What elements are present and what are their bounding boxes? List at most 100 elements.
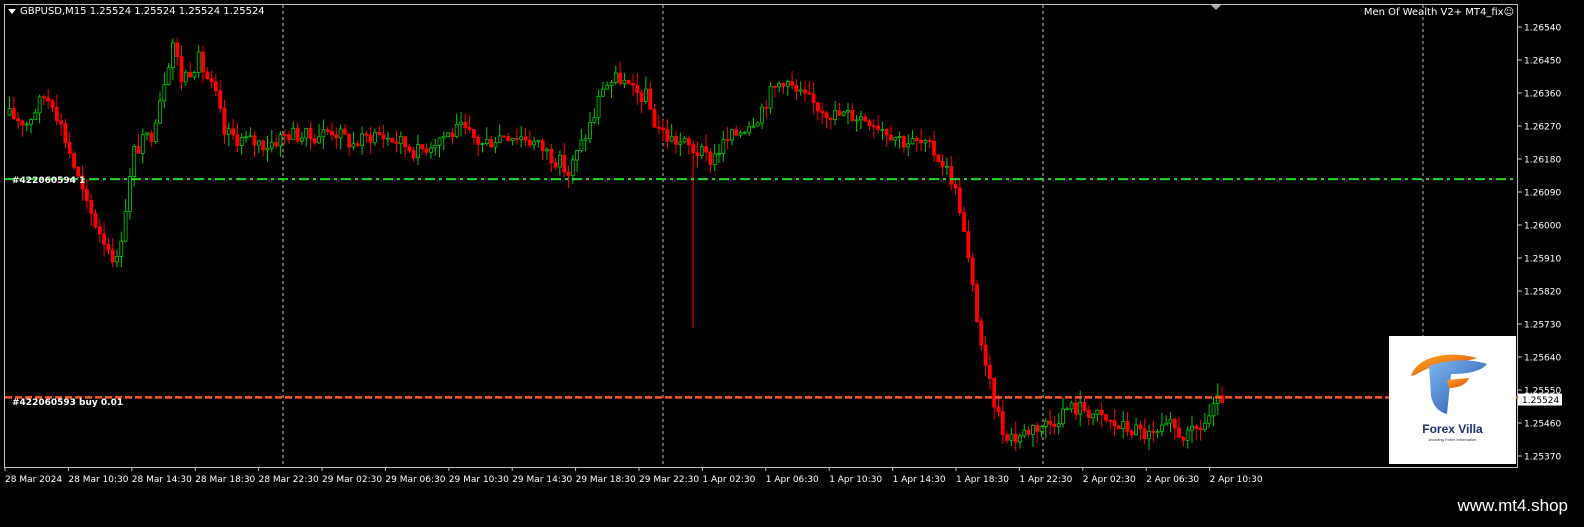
candle-body bbox=[183, 71, 188, 83]
y-axis-tick-label: 1.26270 bbox=[1524, 123, 1561, 133]
candle-body bbox=[411, 150, 416, 159]
candle-body bbox=[76, 166, 81, 177]
candle-body bbox=[1039, 426, 1044, 432]
candle-body bbox=[570, 159, 575, 176]
candle-body bbox=[656, 126, 661, 129]
candle-body bbox=[536, 140, 541, 143]
candle-body bbox=[463, 121, 468, 129]
candle-body bbox=[897, 136, 902, 138]
candle-body bbox=[609, 82, 614, 86]
candle-body bbox=[424, 148, 429, 153]
candle-body bbox=[777, 83, 782, 88]
candle-body bbox=[708, 151, 713, 166]
candlestick-chart[interactable]: 1.26540 1.26450 1.26360 1.26270 1.26180 1.260… bbox=[0, 0, 1584, 490]
y-axis-tick-label: 1.26180 bbox=[1524, 156, 1561, 166]
candle-body bbox=[1000, 411, 1005, 435]
candle-body bbox=[1203, 422, 1207, 431]
candle-body bbox=[841, 111, 846, 116]
candle-body bbox=[218, 90, 223, 109]
candle-body bbox=[416, 144, 420, 159]
candle-body bbox=[20, 120, 25, 126]
candle-body bbox=[407, 146, 412, 152]
candle-body bbox=[278, 134, 283, 147]
candle-body bbox=[867, 120, 872, 127]
candle-body bbox=[816, 102, 820, 112]
candle-body bbox=[515, 138, 519, 140]
candle-body bbox=[936, 154, 941, 162]
candle-body bbox=[196, 51, 201, 73]
candle-body bbox=[635, 84, 640, 93]
candle-body bbox=[893, 136, 898, 141]
candle-body bbox=[613, 72, 618, 83]
candle-body bbox=[252, 135, 257, 146]
candle-body bbox=[983, 344, 988, 366]
candle-body bbox=[476, 136, 481, 145]
candle-body bbox=[50, 100, 55, 108]
candle-body bbox=[287, 134, 291, 140]
candle-body bbox=[1026, 429, 1031, 435]
candle-body bbox=[889, 134, 893, 141]
watermark-text: www.mt4.shop bbox=[1457, 496, 1568, 515]
candle-body bbox=[1211, 403, 1216, 417]
y-axis-tick-label: 1.25460 bbox=[1524, 420, 1561, 430]
candle-body bbox=[37, 96, 42, 114]
candle-body bbox=[205, 71, 210, 80]
y-axis-tick-label: 1.26540 bbox=[1524, 24, 1561, 34]
candle-body bbox=[527, 139, 532, 146]
candle-body bbox=[1013, 433, 1018, 443]
candle-body bbox=[493, 142, 498, 148]
candle-body bbox=[751, 125, 756, 128]
candle-body bbox=[837, 110, 842, 116]
candle-body bbox=[945, 165, 949, 168]
candle-body bbox=[368, 134, 373, 143]
symbol-line: GBPUSD,M15 1.25524 1.25524 1.25524 1.255… bbox=[20, 6, 265, 17]
order-label-top[interactable]: #422060594 1 bbox=[12, 176, 85, 186]
candle-body bbox=[201, 51, 205, 73]
y-axis-tick-label: 1.25730 bbox=[1524, 321, 1561, 331]
candle-body bbox=[244, 136, 248, 139]
candle-body bbox=[575, 150, 579, 161]
logo-title: Forex Villa bbox=[1422, 422, 1483, 436]
x-axis-tick-label: 29 Mar 14:30 bbox=[512, 475, 572, 485]
candle-body bbox=[175, 42, 180, 57]
candle-body bbox=[54, 106, 59, 122]
candle-body bbox=[1078, 402, 1083, 415]
candle-body bbox=[626, 79, 631, 84]
candle-body bbox=[811, 93, 816, 103]
candle-body bbox=[1129, 430, 1134, 436]
candle-body bbox=[11, 108, 16, 119]
candle-body bbox=[863, 116, 868, 122]
candle-body bbox=[562, 154, 567, 173]
candle-body bbox=[377, 131, 382, 136]
candle-body bbox=[334, 134, 339, 139]
candle-body bbox=[622, 79, 627, 84]
chart-shift-marker-icon[interactable] bbox=[1211, 5, 1221, 10]
candle-body bbox=[979, 321, 984, 346]
candle-body bbox=[631, 82, 635, 86]
candle-body bbox=[773, 85, 777, 88]
candle-body bbox=[1018, 435, 1022, 443]
candle-body bbox=[523, 136, 528, 141]
candle-body bbox=[545, 148, 549, 152]
candle-body bbox=[385, 137, 390, 140]
candle-body bbox=[24, 123, 29, 126]
x-axis-tick-label: 1 Apr 22:30 bbox=[1019, 475, 1072, 485]
y-axis-tick-label: 1.26000 bbox=[1524, 222, 1561, 232]
candle-body bbox=[308, 127, 313, 139]
order-label-bottom[interactable]: #422060593 buy 0.01 bbox=[12, 398, 123, 408]
chevron-down-icon[interactable] bbox=[8, 8, 16, 14]
candle-body bbox=[1125, 421, 1130, 432]
candle-body bbox=[188, 71, 193, 78]
candle-body bbox=[588, 122, 592, 140]
candle-body bbox=[274, 142, 279, 147]
candle-body bbox=[235, 134, 240, 146]
candle-body bbox=[592, 117, 597, 123]
candle-body bbox=[291, 127, 296, 140]
candle-body bbox=[755, 122, 760, 127]
candle-body bbox=[605, 85, 610, 90]
x-axis-tick-label: 2 Apr 10:30 bbox=[1210, 475, 1263, 485]
candle-body bbox=[213, 81, 218, 92]
candle-body bbox=[231, 128, 236, 136]
candle-body bbox=[910, 138, 915, 145]
candle-body bbox=[347, 133, 352, 148]
